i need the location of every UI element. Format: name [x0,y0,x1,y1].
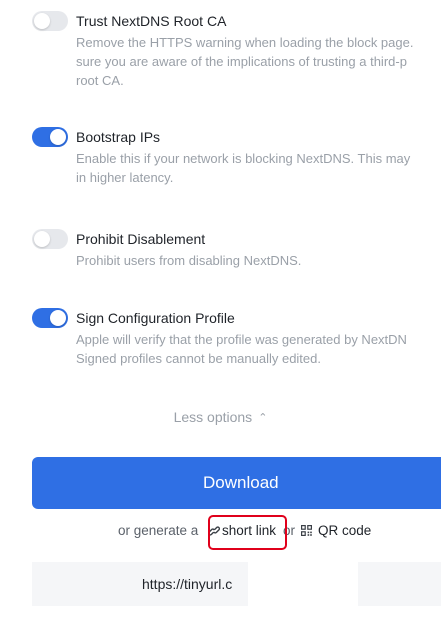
toggle-knob [50,310,66,326]
setting-trust-root-ca: Trust NextDNS Root CA Remove the HTTPS w… [32,11,441,91]
short-link-button[interactable]: short link [222,521,276,541]
link-icon [208,526,220,536]
setting-sign-configuration-profile: Sign Configuration Profile Apple will ve… [32,308,441,368]
qr-code-icon [301,525,312,536]
setting-description: Remove the HTTPS warning when loading th… [76,35,414,88]
bootstrap-ips-toggle[interactable] [32,127,68,147]
setting-title: Prohibit Disablement [76,231,206,247]
less-options-button[interactable]: Less options ⌃ [0,407,441,427]
sign-profile-toggle[interactable] [32,308,68,328]
setting-title: Trust NextDNS Root CA [76,13,227,29]
short-url-value: https://tinyurl.c [142,576,233,592]
setting-description: Apple will verify that the profile was g… [76,332,407,366]
generate-prefix-text: or generate a [118,523,199,538]
setting-description: Enable this if your network is blocking … [76,151,411,185]
download-button[interactable]: Download [32,457,441,509]
generate-options: or generate a short link or QR code [0,521,441,541]
toggle-knob [34,13,50,29]
prohibit-disablement-toggle[interactable] [32,229,68,249]
profile-settings-page: Trust NextDNS Root CA Remove the HTTPS w… [0,0,441,617]
short-url-field[interactable]: https://tinyurl.c [32,562,441,606]
setting-title: Sign Configuration Profile [76,310,235,326]
chevron-up-icon: ⌃ [258,412,268,424]
qr-code-button[interactable]: QR code [318,521,371,541]
toggle-knob [34,231,50,247]
setting-prohibit-disablement: Prohibit Disablement Prohibit users from… [32,229,441,273]
toggle-knob [50,129,66,145]
setting-bootstrap-ips: Bootstrap IPs Enable this if your networ… [32,127,441,187]
less-options-label: Less options [173,409,253,425]
url-field-occluder [248,562,358,606]
setting-description: Prohibit users from disabling NextDNS. [76,253,302,268]
trust-root-ca-toggle[interactable] [32,11,68,31]
or-text: or [283,523,296,538]
setting-title: Bootstrap IPs [76,129,161,145]
